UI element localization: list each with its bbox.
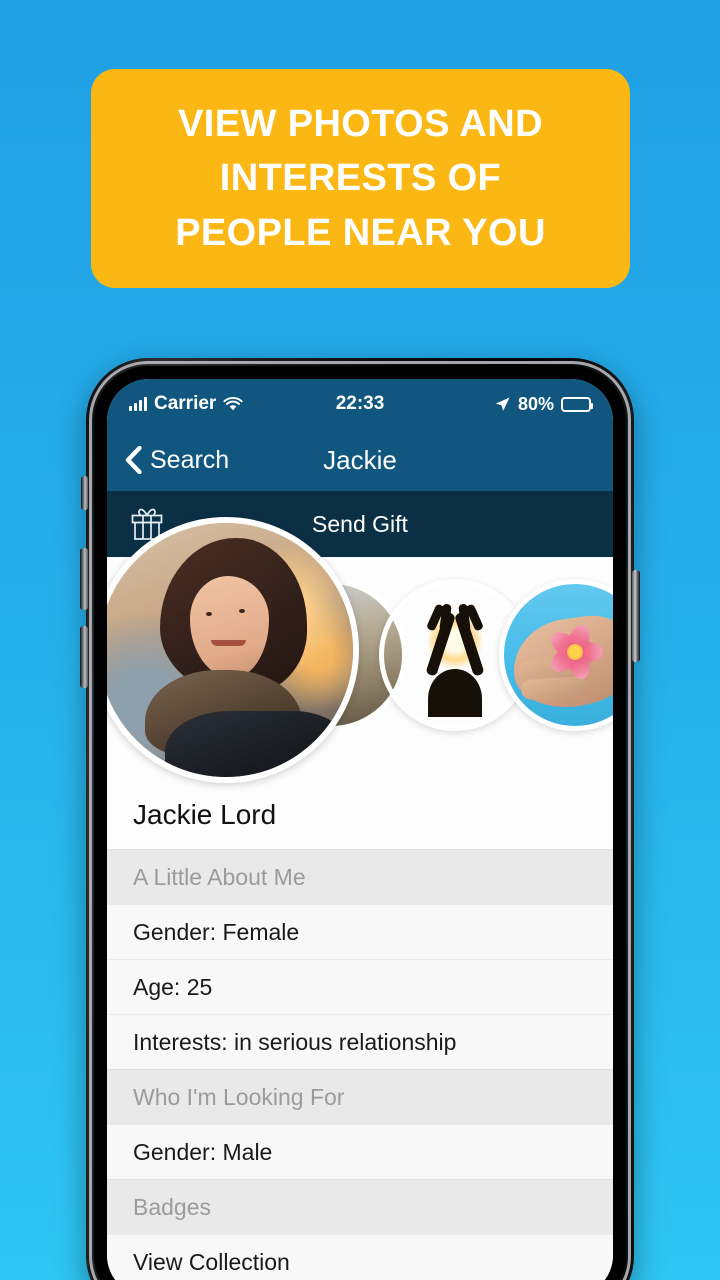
signal-bars-icon bbox=[129, 397, 147, 411]
row-age[interactable]: Age: 25 bbox=[107, 959, 613, 1014]
promo-banner: VIEW PHOTOS AND INTERESTS OF PEOPLE NEAR… bbox=[91, 69, 630, 288]
phone-mockup: Carrier 22:33 80% Search Jackie Send Gif… bbox=[80, 358, 640, 1280]
chevron-left-icon bbox=[125, 446, 142, 474]
wifi-icon bbox=[223, 396, 243, 410]
row-gender-self[interactable]: Gender: Female bbox=[107, 904, 613, 959]
navigation-bar: Search Jackie bbox=[107, 429, 613, 491]
power-button[interactable] bbox=[632, 570, 640, 662]
carrier-label: Carrier bbox=[154, 393, 217, 414]
profile-name: Jackie Lord bbox=[107, 785, 613, 849]
location-arrow-icon bbox=[495, 397, 510, 411]
mute-switch-button[interactable] bbox=[81, 476, 88, 510]
row-gender-wanted[interactable]: Gender: Male bbox=[107, 1124, 613, 1179]
status-bar-left: Carrier bbox=[129, 393, 243, 415]
back-button[interactable]: Search bbox=[125, 446, 229, 475]
section-header-looking: Who I'm Looking For bbox=[107, 1069, 613, 1124]
back-button-label: Search bbox=[150, 445, 230, 474]
photo-strip bbox=[107, 517, 613, 785]
promo-banner-text: VIEW PHOTOS AND INTERESTS OF PEOPLE NEAR… bbox=[175, 103, 546, 254]
volume-down-button[interactable] bbox=[80, 626, 88, 688]
photo-flower[interactable] bbox=[499, 579, 613, 731]
volume-up-button[interactable] bbox=[80, 548, 88, 610]
phone-screen: Carrier 22:33 80% Search Jackie Send Gif… bbox=[107, 379, 613, 1280]
status-bar: Carrier 22:33 80% bbox=[107, 379, 613, 429]
row-view-collection[interactable]: View Collection bbox=[107, 1234, 613, 1280]
row-interests[interactable]: Interests: in serious relationship bbox=[107, 1014, 613, 1069]
battery-icon bbox=[561, 396, 593, 412]
status-bar-right: 80% bbox=[494, 393, 593, 415]
section-header-about: A Little About Me bbox=[107, 849, 613, 904]
section-header-badges: Badges bbox=[107, 1179, 613, 1234]
battery-percent-label: 80% bbox=[517, 393, 554, 414]
avatar-main[interactable] bbox=[107, 517, 359, 783]
